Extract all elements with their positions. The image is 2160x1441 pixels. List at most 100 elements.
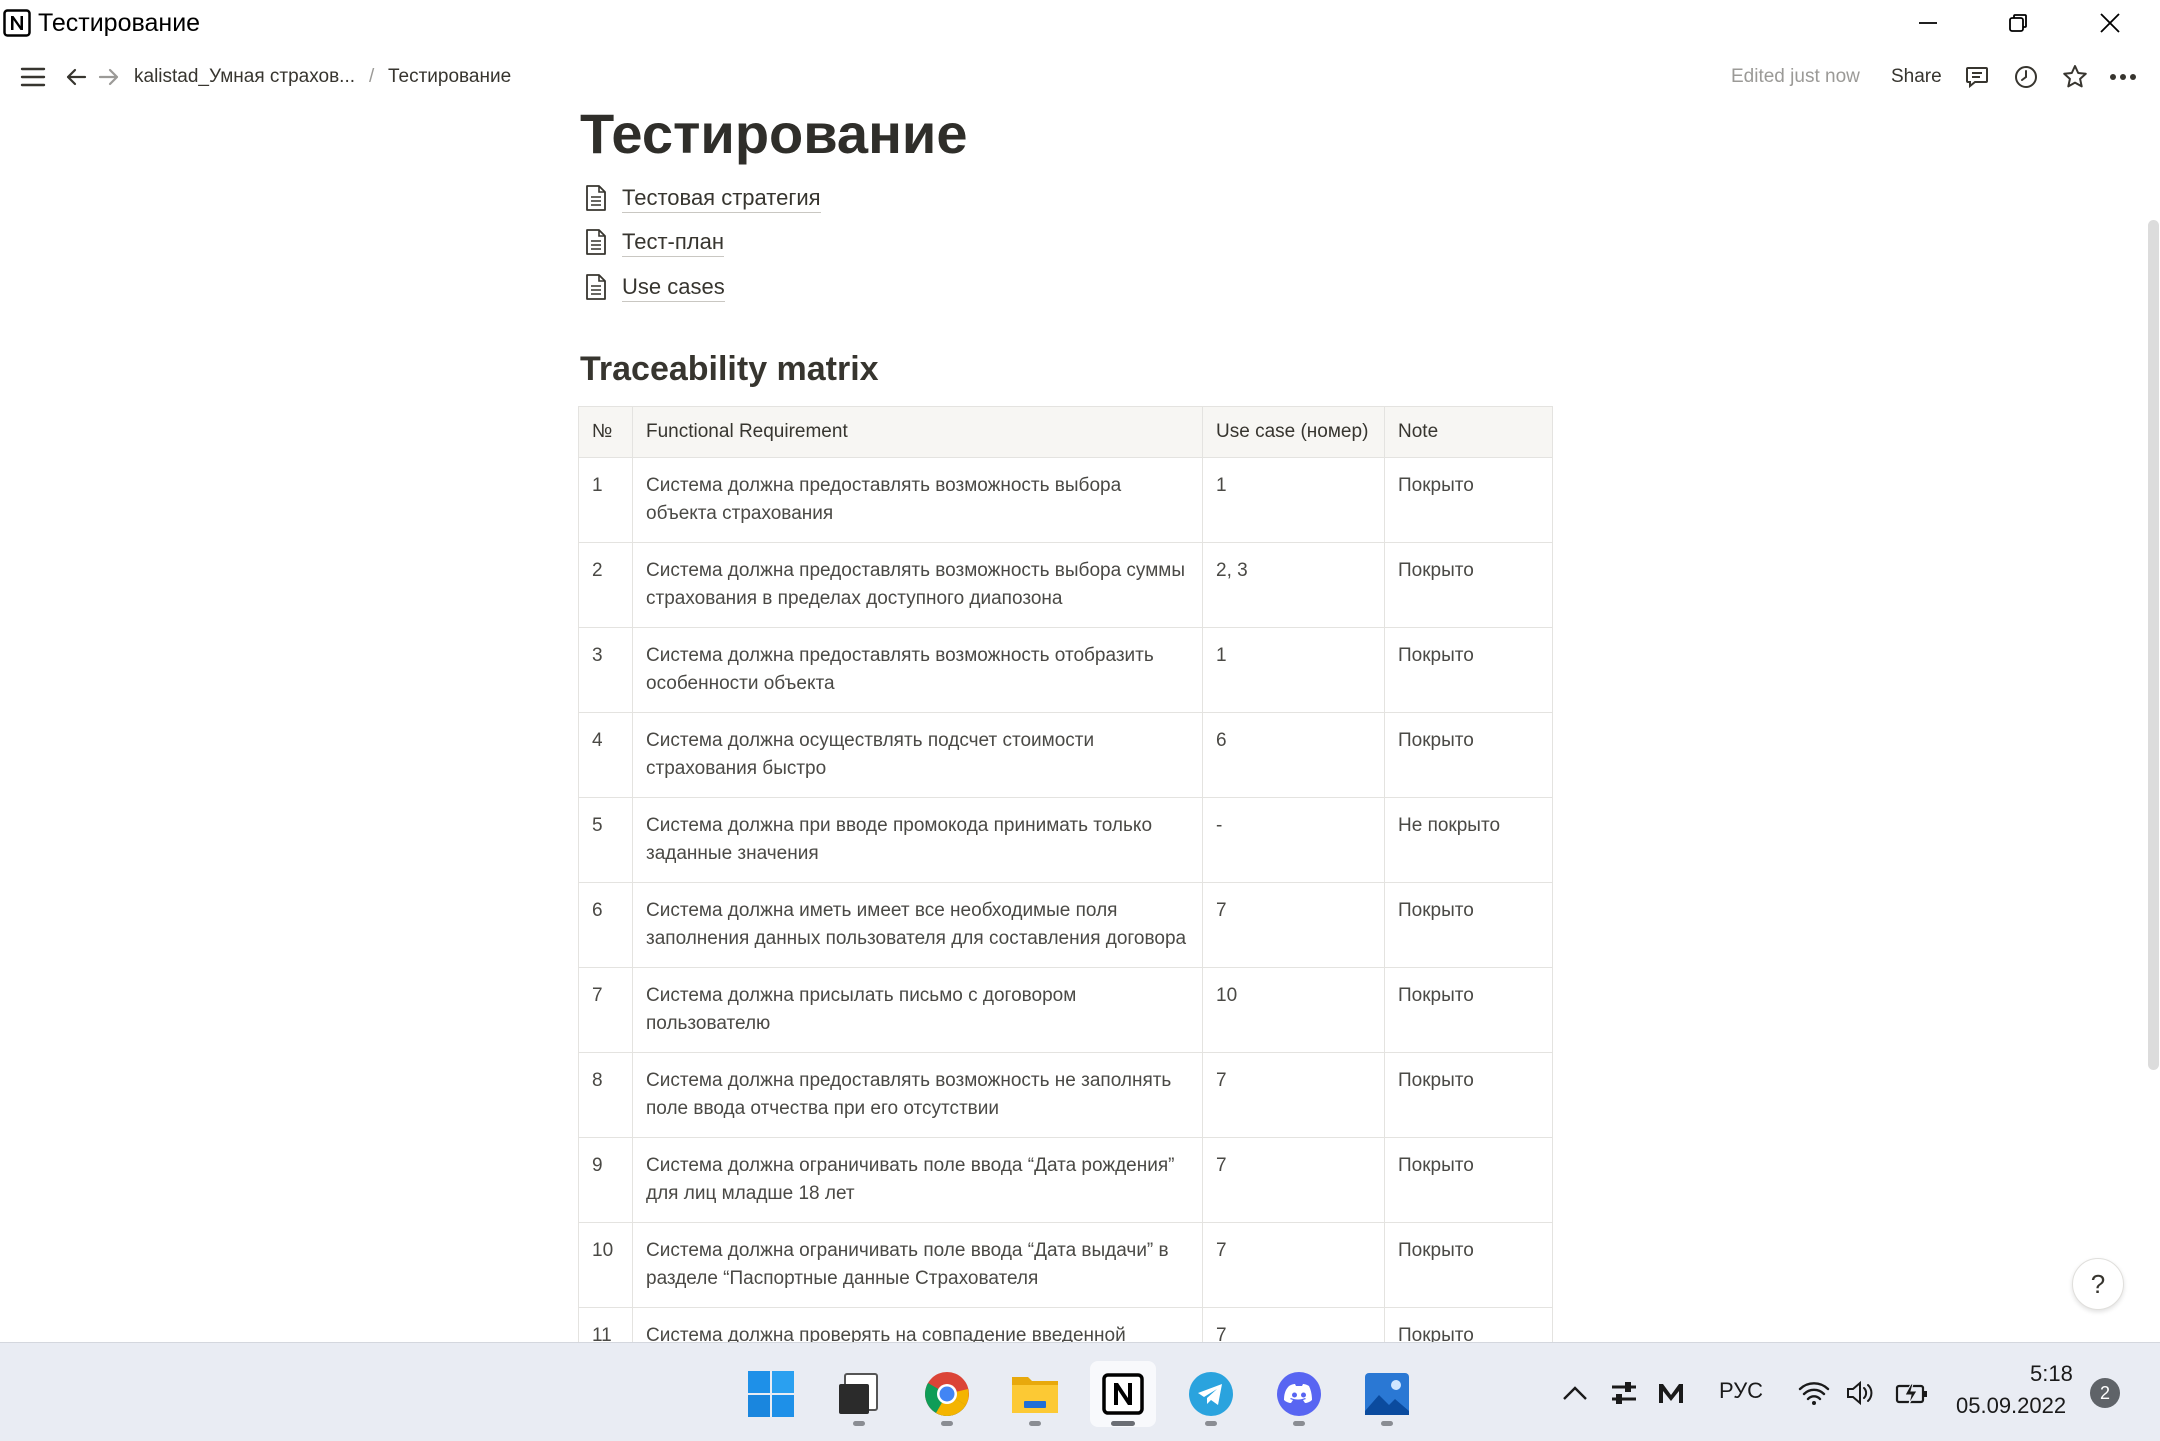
cell-note[interactable]: Покрыто (1384, 1222, 1553, 1308)
page-document-icon (584, 184, 608, 212)
minimize-button[interactable] (1882, 0, 1974, 46)
tray-app-button[interactable] (1654, 1370, 1690, 1416)
speaker-icon (1845, 1380, 1875, 1406)
subpage-link-test-plan[interactable]: Тест-план (584, 224, 724, 260)
cell-use-case[interactable]: 7 (1202, 1137, 1385, 1223)
comments-button[interactable] (1957, 56, 1997, 98)
menu-icon (20, 66, 46, 88)
breadcrumb-workspace[interactable]: kalistad_Умная страхов... (134, 65, 355, 89)
cell-use-case[interactable]: 10 (1202, 967, 1385, 1053)
close-button[interactable] (2064, 0, 2156, 46)
cell-number[interactable]: 2 (578, 542, 633, 628)
battery-button[interactable] (1892, 1370, 1932, 1416)
table-row: 9 Система должна ограничивать поле ввода… (578, 1137, 1553, 1223)
cell-requirement[interactable]: Система должна предоставлять возможность… (632, 1052, 1203, 1138)
column-header-note[interactable]: Note (1384, 406, 1553, 458)
start-icon (747, 1370, 795, 1418)
tray-settings-button[interactable] (1606, 1370, 1642, 1416)
chevron-up-icon (1562, 1385, 1588, 1401)
help-button[interactable]: ? (2072, 1258, 2124, 1310)
clock-time[interactable]: 5:18 (2030, 1360, 2073, 1388)
clock-date[interactable]: 05.09.2022 (1956, 1392, 2066, 1420)
cell-number[interactable]: 4 (578, 712, 633, 798)
cell-use-case[interactable]: 2, 3 (1202, 542, 1385, 628)
cell-use-case[interactable]: 1 (1202, 627, 1385, 713)
cell-number[interactable]: 6 (578, 882, 633, 968)
cell-use-case[interactable]: 7 (1202, 1222, 1385, 1308)
subpage-label: Use cases (622, 273, 725, 302)
restore-button[interactable] (1972, 0, 2064, 46)
cell-requirement[interactable]: Система должна при вводе промокода прини… (632, 797, 1203, 883)
cell-use-case[interactable]: - (1202, 797, 1385, 883)
subpage-link-use-cases[interactable]: Use cases (584, 269, 725, 305)
updates-button[interactable] (2006, 56, 2046, 98)
taskbar-app-discord[interactable] (1266, 1361, 1332, 1427)
show-hidden-icons-button[interactable] (1560, 1370, 1590, 1416)
running-indicator (1205, 1421, 1217, 1426)
cell-requirement[interactable]: Система должна иметь имеет все необходим… (632, 882, 1203, 968)
cell-requirement[interactable]: Система должна ограничивать поле ввода “… (632, 1137, 1203, 1223)
cell-note[interactable]: Покрыто (1384, 967, 1553, 1053)
cell-requirement[interactable]: Система должна предоставлять возможность… (632, 627, 1203, 713)
start-button[interactable] (738, 1361, 804, 1427)
notion-icon (1101, 1372, 1145, 1416)
cell-note[interactable]: Покрыто (1384, 1052, 1553, 1138)
table-row: 8 Система должна предоставлять возможнос… (578, 1052, 1553, 1138)
sidebar-toggle-button[interactable] (13, 56, 53, 98)
cell-number[interactable]: 10 (578, 1222, 633, 1308)
notification-badge[interactable]: 2 (2090, 1378, 2120, 1408)
column-header-requirement[interactable]: Functional Requirement (632, 406, 1203, 458)
cell-number[interactable]: 7 (578, 967, 633, 1053)
running-indicator (1381, 1421, 1393, 1426)
chrome-icon (923, 1370, 971, 1418)
more-options-button[interactable] (2103, 56, 2143, 98)
more-horizontal-icon (2109, 73, 2137, 81)
column-header-number[interactable]: № (578, 406, 633, 458)
close-icon (2098, 11, 2122, 35)
cell-requirement[interactable]: Система должна осуществлять подсчет стои… (632, 712, 1203, 798)
cell-requirement[interactable]: Система должна ограничивать поле ввода “… (632, 1222, 1203, 1308)
subpage-link-test-strategy[interactable]: Тестовая стратегия (584, 180, 821, 216)
taskbar-app-explorer[interactable] (1002, 1361, 1068, 1427)
taskbar-app-viewer[interactable] (826, 1361, 892, 1427)
table-row: 1 Система должна предоставлять возможнос… (578, 457, 1553, 543)
column-header-use-case[interactable]: Use case (номер) (1202, 406, 1385, 458)
input-language-indicator[interactable]: РУС (1719, 1376, 1763, 1406)
cell-number[interactable]: 9 (578, 1137, 633, 1223)
cell-number[interactable]: 5 (578, 797, 633, 883)
cell-note[interactable]: Покрыто (1384, 1137, 1553, 1223)
page-document-icon (584, 228, 608, 256)
taskbar-app-telegram[interactable] (1178, 1361, 1244, 1427)
cell-use-case[interactable]: 6 (1202, 712, 1385, 798)
cell-number[interactable]: 8 (578, 1052, 633, 1138)
volume-button[interactable] (1842, 1370, 1878, 1416)
scrollbar-thumb[interactable] (2148, 220, 2159, 1070)
cell-note[interactable]: Покрыто (1384, 882, 1553, 968)
cell-note[interactable]: Покрыто (1384, 627, 1553, 713)
cell-requirement[interactable]: Система должна присылать письмо с догово… (632, 967, 1203, 1053)
share-button[interactable]: Share (1891, 65, 1942, 89)
cell-requirement[interactable]: Система должна предоставлять возможность… (632, 457, 1203, 543)
cell-note[interactable]: Не покрыто (1384, 797, 1553, 883)
cell-note[interactable]: Покрыто (1384, 712, 1553, 798)
cell-number[interactable]: 3 (578, 627, 633, 713)
taskbar-app-notion[interactable] (1090, 1361, 1156, 1427)
breadcrumb-current-page[interactable]: Тестирование (388, 65, 511, 89)
taskbar-app-chrome[interactable] (914, 1361, 980, 1427)
cell-note[interactable]: Покрыто (1384, 457, 1553, 543)
cell-number[interactable]: 1 (578, 457, 633, 543)
cell-use-case[interactable]: 7 (1202, 1052, 1385, 1138)
cell-use-case[interactable]: 1 (1202, 457, 1385, 543)
m-app-icon (1657, 1381, 1687, 1405)
sliders-icon (1610, 1381, 1638, 1405)
taskbar-app-photos[interactable] (1354, 1361, 1420, 1427)
cell-requirement[interactable]: Система должна предоставлять возможность… (632, 542, 1203, 628)
window-title: Тестирование (38, 9, 201, 37)
clock-icon (2013, 64, 2039, 90)
cell-note[interactable]: Покрыто (1384, 542, 1553, 628)
forward-button[interactable] (89, 56, 129, 98)
running-indicator (941, 1421, 953, 1426)
network-button[interactable] (1796, 1370, 1832, 1416)
favorite-button[interactable] (2055, 56, 2095, 98)
cell-use-case[interactable]: 7 (1202, 882, 1385, 968)
